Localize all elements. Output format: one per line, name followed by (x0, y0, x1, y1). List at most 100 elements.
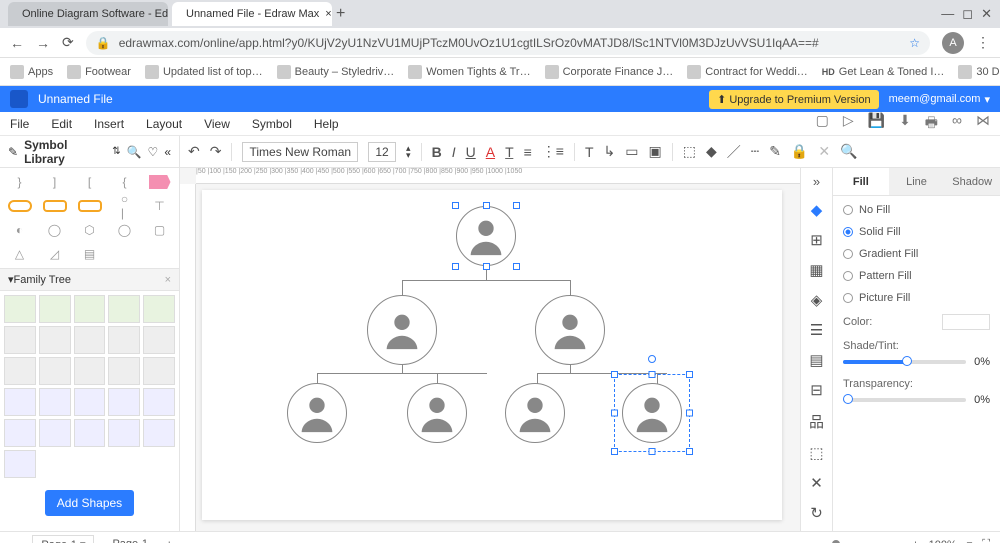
bookmark-item[interactable]: Women Tights & Tr… (408, 65, 530, 79)
collapse-icon[interactable]: ⇅ (112, 146, 120, 157)
ellipse-shape[interactable]: ◯ (109, 220, 140, 240)
image-icon[interactable]: ▣ (649, 143, 662, 160)
new-tab-button[interactable]: + (336, 5, 345, 23)
shape-rect-icon[interactable]: ▭ (625, 143, 638, 160)
size-stepper-icon[interactable]: ▴▾ (406, 145, 411, 159)
layers-icon[interactable]: ☰ (810, 321, 823, 339)
shape-thumb[interactable] (39, 357, 71, 385)
resize-handle[interactable] (649, 448, 656, 455)
reload-icon[interactable]: ⟳ (62, 34, 74, 51)
style-icon[interactable]: ◈ (811, 291, 823, 309)
undo-icon[interactable]: ↶ (188, 143, 200, 160)
resize-handle[interactable] (649, 371, 656, 378)
pin-shape[interactable]: ○| (109, 196, 140, 216)
bookmark-item[interactable]: Contract for Weddi… (687, 65, 808, 79)
bookmark-item[interactable]: Footwear (67, 65, 131, 79)
category-header[interactable]: ▾ Family Tree × (0, 268, 179, 291)
shape-thumb[interactable] (4, 419, 36, 447)
resize-handle[interactable] (686, 410, 693, 417)
shape-thumb[interactable] (74, 326, 106, 354)
fullscreen-icon[interactable]: ⛶ (982, 538, 990, 543)
tab-line[interactable]: Line (889, 168, 945, 195)
fill-option-gradient[interactable]: Gradient Fill (843, 248, 990, 260)
lock-icon[interactable]: 🔒 (791, 143, 808, 160)
person-node[interactable] (407, 383, 467, 443)
user-menu[interactable]: meem@gmail.com▾ (889, 93, 990, 106)
shape-thumb[interactable] (4, 357, 36, 385)
browser-tab-0[interactable]: Online Diagram Software - Edra…× (8, 2, 168, 26)
connector-icon[interactable]: ↳ (604, 143, 616, 160)
shape-thumb[interactable] (39, 388, 71, 416)
shape-thumb[interactable] (4, 388, 36, 416)
menu-edit[interactable]: Edit (51, 117, 72, 131)
upgrade-premium-button[interactable]: ⬆ Upgrade to Premium Version (709, 90, 879, 109)
layout-icon[interactable]: ▦ (809, 261, 823, 279)
bracket-shape[interactable]: [ (74, 172, 105, 192)
person-node[interactable] (535, 295, 605, 365)
print-icon[interactable]: 🖶 (925, 112, 938, 136)
italic-icon[interactable]: I (452, 144, 456, 160)
shape-thumb[interactable] (108, 419, 140, 447)
shape-thumb[interactable] (4, 295, 36, 323)
export-icon[interactable]: ⬚ (809, 444, 823, 462)
search-icon[interactable]: 🔍 (127, 145, 142, 159)
connector[interactable] (317, 373, 487, 374)
right-triangle-shape[interactable]: ◿ (39, 244, 70, 264)
shape-thumb[interactable] (74, 357, 106, 385)
play-icon[interactable]: ▷ (843, 112, 854, 136)
profile-avatar[interactable]: A (942, 32, 964, 54)
pin-shape[interactable]: ⊤ (144, 196, 175, 216)
collapse-panel-icon[interactable]: « (164, 145, 171, 159)
close-category-icon[interactable]: × (165, 274, 171, 286)
shape-thumb[interactable] (4, 450, 36, 478)
font-family-select[interactable]: Times New Roman (242, 142, 358, 162)
shape-thumb[interactable] (74, 295, 106, 323)
back-icon[interactable]: ← (10, 35, 24, 51)
apps-shortcut[interactable]: Apps (10, 65, 53, 79)
favorite-icon[interactable]: ♡ (148, 145, 159, 159)
shape-thumb[interactable] (108, 357, 140, 385)
shape-thumb[interactable] (108, 326, 140, 354)
bold-icon[interactable]: B (432, 144, 442, 160)
bookmark-item[interactable]: Beauty – Styledriv… (277, 65, 395, 79)
browser-tab-1[interactable]: Unnamed File - Edraw Max× (172, 2, 332, 26)
maximize-icon[interactable]: ◻ (962, 6, 973, 22)
highlight-icon[interactable]: T̲ (505, 144, 514, 160)
shape-thumb[interactable] (39, 326, 71, 354)
fill-option-picture[interactable]: Picture Fill (843, 292, 990, 304)
pill-shape[interactable] (39, 196, 70, 216)
person-node[interactable] (287, 383, 347, 443)
tag-shape[interactable] (144, 172, 175, 192)
present-icon[interactable]: ▢ (816, 112, 829, 136)
underline-icon[interactable]: U (466, 144, 476, 160)
download-icon[interactable]: ⬇ (899, 112, 911, 136)
font-color-icon[interactable]: A (486, 144, 495, 160)
bookmark-item[interactable]: HDGet Lean & Toned I… (822, 66, 945, 78)
align-icon[interactable]: ≡ (524, 144, 532, 160)
person-node[interactable] (367, 295, 437, 365)
shape-thumb[interactable] (143, 419, 175, 447)
redo-icon[interactable]: ↷ (210, 143, 222, 160)
shape-thumb[interactable] (74, 419, 106, 447)
bookmark-item[interactable]: 30 Day Fitness Chal… (958, 65, 1000, 79)
add-shapes-button[interactable]: Add Shapes (45, 490, 134, 516)
menu-help[interactable]: Help (314, 117, 339, 131)
forward-icon[interactable]: → (36, 35, 50, 51)
resize-handle[interactable] (611, 448, 618, 455)
data-icon[interactable]: ⊟ (810, 381, 823, 399)
lollipop-shape[interactable]: ◯ (39, 220, 70, 240)
triangle-shape[interactable]: △ (4, 244, 35, 264)
bracket-shape[interactable]: ] (39, 172, 70, 192)
font-size-select[interactable]: 12 (368, 142, 396, 162)
bookmark-item[interactable]: Updated list of top… (145, 65, 263, 79)
shape-thumb[interactable] (39, 295, 71, 323)
history-icon[interactable]: ↻ (810, 504, 823, 522)
shape-thumb[interactable] (4, 326, 36, 354)
theme-icon[interactable]: ⊞ (810, 231, 823, 249)
dash-icon[interactable]: ┄ (751, 143, 759, 160)
cloud-icon[interactable]: ⋈ (976, 112, 990, 136)
shape-thumb[interactable] (108, 295, 140, 323)
color-swatch[interactable] (942, 314, 990, 330)
line-icon[interactable]: ／ (727, 142, 741, 162)
fill-icon[interactable]: ◆ (706, 143, 717, 160)
